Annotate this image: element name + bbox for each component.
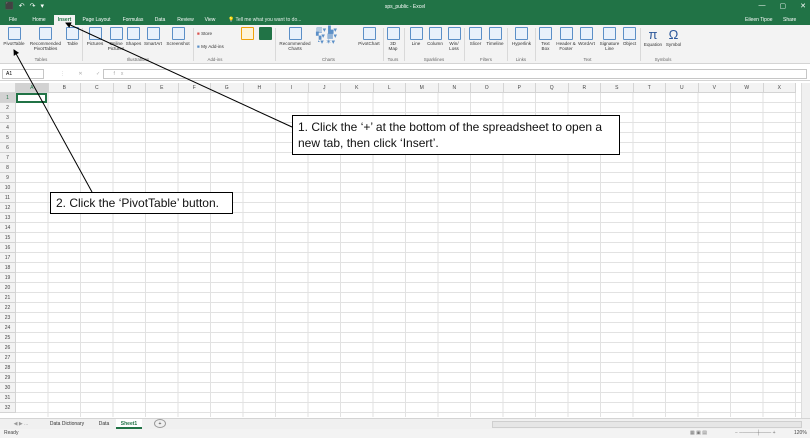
excel-window: ⬛ ↶ ↷ ▾ sps_public - Excel — ▢ ✕ File Ho… — [0, 0, 810, 438]
arrow-to-pivottable — [13, 49, 93, 193]
arrow-to-insert-tab — [65, 22, 293, 128]
instruction-arrows — [13, 22, 293, 193]
